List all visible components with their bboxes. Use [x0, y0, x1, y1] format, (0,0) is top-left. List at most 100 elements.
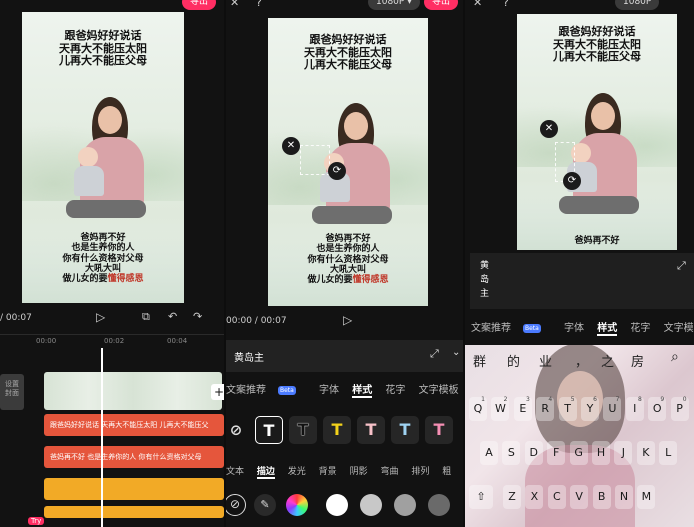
keyframe-icon[interactable]: ⧉	[142, 310, 150, 324]
color-swatch-dark-gray[interactable]	[428, 494, 450, 516]
color-swatch-white[interactable]	[326, 494, 348, 516]
text-input-field[interactable]: 黄 岛 主 ⤢	[470, 253, 694, 309]
no-color-icon[interactable]: ⊘	[226, 494, 246, 516]
key-d[interactable]: D	[524, 441, 543, 465]
text-selection-box[interactable]	[300, 145, 330, 175]
effect-track-2[interactable]	[44, 506, 224, 518]
video-preview[interactable]: 跟爸妈好好说话 天再大不能压太阳 儿再大不能压父母 爸妈再不好 也是生养你的人 …	[22, 12, 184, 303]
key-u[interactable]: U7	[603, 396, 622, 421]
key-o[interactable]: O9	[648, 396, 667, 421]
candidate-1[interactable]: 群	[473, 351, 486, 370]
close-icon[interactable]: ✕	[473, 0, 482, 9]
tab-fancy-text[interactable]: 花字	[630, 319, 650, 334]
subtab-bold[interactable]: 粗	[442, 464, 451, 477]
tab-text-template[interactable]: 文字模板	[664, 319, 694, 334]
rotate-handle-icon[interactable]: ⟳	[328, 162, 346, 180]
delete-handle-icon[interactable]: ✕	[540, 120, 558, 138]
tab-fancy-text[interactable]: 花字	[385, 381, 405, 396]
eyedropper-icon[interactable]: ✎	[254, 494, 276, 516]
export-button[interactable]: 导出	[424, 0, 459, 10]
tab-style[interactable]: 样式	[352, 381, 373, 398]
key-y[interactable]: Y6	[581, 396, 599, 421]
tab-copy-recommend[interactable]: 文案推荐 Beta	[471, 319, 551, 334]
text-track-1[interactable]: 跟爸妈好好说话 天再大不能压太阳 儿再大不能压父	[44, 414, 224, 436]
key-q[interactable]: Q1	[469, 396, 487, 421]
video-preview[interactable]: 跟爸妈好好说话 天再大不能压太阳 儿再大不能压父母 爸妈再不好 也是生养你的人 …	[268, 18, 428, 306]
key-g[interactable]: G	[569, 441, 588, 465]
key-f[interactable]: F	[547, 441, 566, 465]
key-k[interactable]: K	[636, 441, 655, 465]
no-style-icon[interactable]: ⊘	[226, 416, 250, 444]
key-a[interactable]: A	[480, 441, 498, 465]
key-l[interactable]: L	[659, 441, 678, 465]
redo-icon[interactable]: ↷	[193, 310, 202, 323]
tab-text-template[interactable]: 文字模板	[419, 381, 459, 396]
subtab-background[interactable]: 背景	[319, 464, 337, 477]
subtab-curve[interactable]: 弯曲	[380, 464, 398, 477]
key-v[interactable]: V	[570, 485, 589, 509]
style-preset-pink[interactable]: T	[425, 416, 453, 444]
help-icon[interactable]: ?	[503, 0, 509, 9]
video-track[interactable]	[44, 372, 222, 410]
playhead[interactable]	[101, 348, 103, 527]
resolution-select[interactable]: 1080P	[615, 0, 660, 10]
style-preset-pink-outline[interactable]: T	[357, 416, 385, 444]
expand-icon[interactable]: ⤢	[677, 259, 686, 273]
shift-key[interactable]: ⇧	[469, 485, 493, 509]
candidate-3[interactable]: 业	[539, 351, 552, 370]
color-wheel-icon[interactable]	[286, 494, 308, 516]
text-input-field[interactable]: 黄岛主 ⤢ ⌄	[226, 340, 463, 372]
key-w[interactable]: W2	[491, 396, 510, 421]
style-preset-white[interactable]: T	[255, 416, 283, 444]
subtab-glow[interactable]: 发光	[288, 464, 306, 477]
key-z[interactable]: Z	[503, 485, 521, 509]
undo-icon[interactable]: ↶	[168, 310, 177, 323]
color-swatch-gray[interactable]	[394, 494, 416, 516]
add-clip-button[interactable]: +	[211, 384, 224, 400]
play-icon[interactable]: ▷	[96, 310, 105, 324]
key-r[interactable]: R4	[536, 396, 555, 421]
expand-icon[interactable]: ⤢	[430, 347, 439, 361]
subtab-stroke[interactable]: 描边	[256, 464, 275, 479]
key-s[interactable]: S	[502, 441, 521, 465]
rotate-handle-icon[interactable]: ⟳	[563, 172, 581, 190]
chevron-down-icon[interactable]: ⌄	[452, 347, 460, 358]
search-icon[interactable]: ⌕	[671, 349, 679, 365]
color-swatch-light-gray[interactable]	[360, 494, 382, 516]
tab-style[interactable]: 样式	[597, 319, 618, 336]
candidate-6[interactable]: 房	[631, 351, 644, 370]
help-icon[interactable]: ?	[256, 0, 262, 9]
style-preset-outline[interactable]: T	[289, 416, 317, 444]
key-t[interactable]: T5	[558, 396, 577, 421]
export-button[interactable]: 导出	[182, 0, 217, 10]
key-e[interactable]: E3	[513, 396, 532, 421]
candidate-4[interactable]: ，	[575, 351, 588, 370]
subtab-text[interactable]: 文本	[226, 464, 244, 477]
tab-font[interactable]: 字体	[564, 319, 584, 334]
style-preset-blue[interactable]: T	[391, 416, 419, 444]
style-preset-yellow[interactable]: T	[323, 416, 351, 444]
key-p[interactable]: P0	[670, 396, 689, 421]
key-b[interactable]: B	[592, 485, 611, 509]
play-icon[interactable]: ▷	[343, 313, 352, 327]
key-label: B	[597, 490, 606, 503]
close-icon[interactable]: ✕	[230, 0, 239, 9]
effect-track[interactable]	[44, 478, 224, 500]
key-n[interactable]: N	[615, 485, 633, 509]
key-x[interactable]: X	[525, 485, 544, 509]
tab-font[interactable]: 字体	[319, 381, 339, 396]
set-cover-button[interactable]: 设置 封面	[0, 374, 24, 410]
tab-copy-recommend[interactable]: 文案推荐 Beta	[226, 381, 306, 396]
subtab-shadow[interactable]: 阴影	[350, 464, 368, 477]
key-m[interactable]: M	[637, 485, 656, 509]
key-h[interactable]: H	[592, 441, 610, 465]
key-j[interactable]: J	[614, 441, 633, 465]
candidate-2[interactable]: 的	[507, 351, 520, 370]
resolution-select[interactable]: 1080P ▾	[368, 0, 420, 10]
candidate-5[interactable]: 之	[601, 351, 614, 370]
text-track-2[interactable]: 爸妈再不好 也是生养你的人 你有什么资格对父母	[44, 446, 224, 468]
delete-handle-icon[interactable]: ✕	[282, 137, 300, 155]
subtab-arrange[interactable]: 排列	[411, 464, 429, 477]
key-c[interactable]: C	[547, 485, 566, 509]
key-i[interactable]: I8	[625, 396, 644, 421]
